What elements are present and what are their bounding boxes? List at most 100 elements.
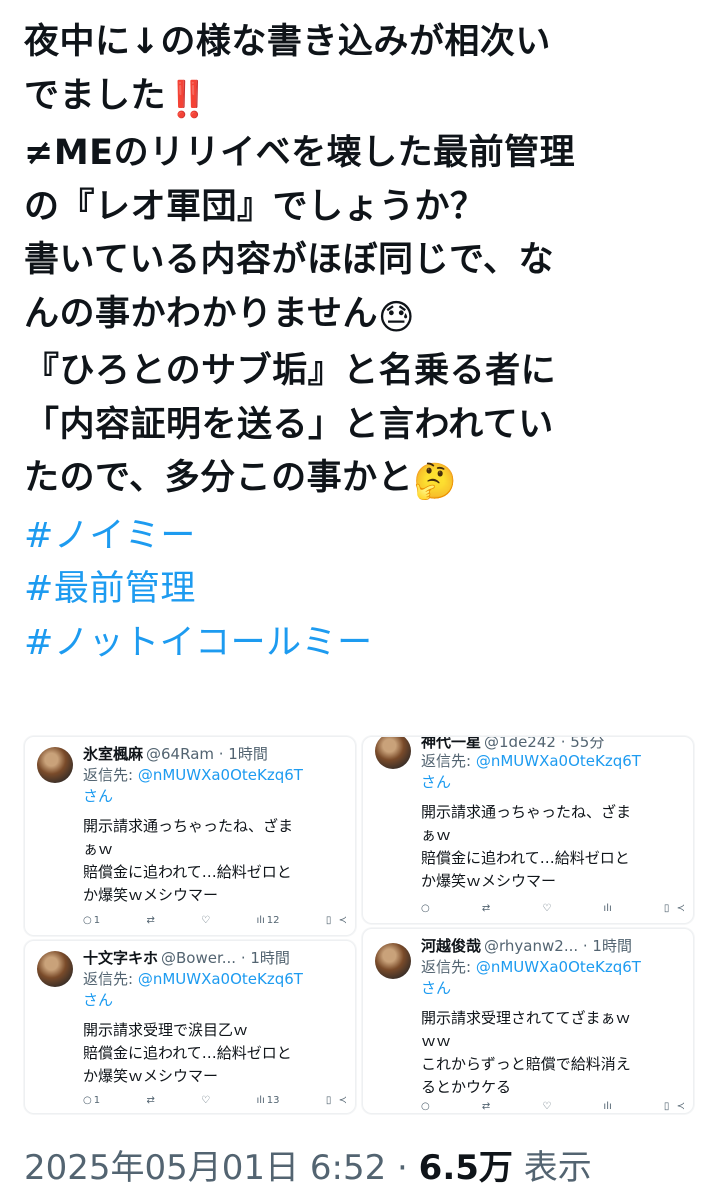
avatar [375, 737, 411, 769]
body-line: これからずっと賠償で給料消え [421, 1055, 631, 1073]
views-count: 6.5万 [418, 1148, 513, 1188]
reply-suffix: さん [421, 979, 452, 997]
share-icon: ≺ [676, 1101, 685, 1112]
views-action[interactable]: ılı 13 [256, 1095, 279, 1106]
reply-card[interactable]: 河越俊哉 @rhyanw2... · 1時間 返信先: @nMUWXa0OteKz… [362, 928, 694, 1114]
share-icon: ≺ [338, 915, 347, 926]
reply-body: 開示請求通っちゃったね、ざま ぁｗ 賠償金に追われて…給料ゼロと か爆笑ｗメシウ… [421, 801, 686, 893]
post-line-text: 『ひろとのサブ垢』と名乗る者に [24, 351, 557, 391]
like-icon[interactable]: ♡ [201, 1095, 210, 1106]
share-icon: ≺ [676, 903, 685, 914]
views-count: 12 [266, 915, 280, 926]
hashtag-link[interactable]: #最前管理 [24, 569, 196, 609]
post-line-text: の『レオ軍団』でしょうか？ [24, 186, 486, 227]
bookmark-icon: ▯ [325, 915, 332, 926]
repost-icon[interactable]: ⇄ [146, 915, 154, 926]
body-line: か爆笑ｗメシウマー [83, 886, 219, 904]
post-line-text: 書いている内容がほぼ同じで、な [24, 240, 555, 280]
display-name: 十文字キホ [83, 949, 159, 967]
action-bar: ○ ⇄ ♡ ılı ▯ ≺ [421, 1101, 685, 1112]
reply-prefix: 返信先: [421, 752, 476, 770]
hashtag-line: #ノットイコールミー [24, 617, 704, 671]
reply-icon[interactable]: ○ [421, 1101, 430, 1112]
reply-icon[interactable]: ○ [421, 903, 430, 914]
display-name: 氷室楓麻 [83, 745, 144, 763]
bar-chart-icon[interactable]: ılı [603, 903, 611, 914]
bookmark-icon: ▯ [663, 1101, 670, 1112]
reply-to: 返信先: @nMUWXa0OteKzq6T さん [421, 751, 691, 793]
reply-header: 十文字キホ @Bower... · 1時間 [83, 947, 290, 968]
body-line: 開示請求通っちゃったね、ざま [421, 803, 632, 821]
post-line: 「内容証明を送る」と言われてい [24, 399, 704, 453]
avatar [37, 747, 73, 783]
bookmark-share[interactable]: ▯ ≺ [326, 915, 347, 926]
bookmark-share[interactable]: ▯ ≺ [326, 1095, 347, 1106]
hashtag-link[interactable]: #ノットイコールミー [24, 623, 373, 663]
body-line: 開示請求受理されててざまぁｗ [421, 1009, 631, 1027]
reply-to: 返信先: @nMUWXa0OteKzq6T さん [83, 969, 353, 1011]
reply-handle: @nMUWXa0OteKzq6T [475, 752, 641, 770]
reply-card[interactable]: 氷室楓麻 @64Ram · 1時間 返信先: @nMUWXa0OteKzq6T さん… [24, 736, 356, 936]
avatar [37, 951, 73, 987]
hashtag-line: #最前管理 [24, 563, 704, 617]
avatar [375, 943, 411, 979]
handle-and-time: @1de242 · 55分 [484, 736, 605, 751]
reply-header: 河越俊哉 @rhyanw2... · 1時間 [421, 935, 632, 956]
repost-icon[interactable]: ⇄ [482, 903, 490, 914]
body-line: 賠償金に追われて…給料ゼロと [421, 849, 630, 867]
post-line-text: 夜中に↓の様な書き込みが相次い [24, 22, 551, 62]
reply-prefix: 返信先: [83, 766, 138, 784]
post-line: ≠MEのリリイベを壊した最前管理 [24, 127, 704, 181]
post-line-text: たので、多分この事かと [24, 458, 414, 498]
post-line-text: 「内容証明を送る」と言われてい [24, 404, 554, 445]
like-icon[interactable]: ♡ [201, 915, 210, 926]
post-line-text: ≠MEのリリイベを壊した最前管理 [24, 133, 576, 173]
reply-icon: ○ [83, 1095, 92, 1106]
reply-card[interactable]: 神代一星 @1de242 · 55分 返信先: @nMUWXa0OteKzq6T さ… [362, 736, 694, 924]
reply-handle: @nMUWXa0OteKzq6T [137, 766, 303, 784]
repost-icon[interactable]: ⇄ [146, 1095, 154, 1106]
views-action[interactable]: ılı 12 [256, 915, 279, 926]
action-bar: ○ 1 ⇄ ♡ ılı 13 ▯ ≺ [83, 1095, 347, 1106]
views-label: 表示 [512, 1148, 592, 1188]
views-count: 13 [266, 1095, 280, 1106]
body-line: 開示請求受理で涙目乙ｗ [83, 1021, 249, 1039]
body-line: 開示請求通っちゃったね、ざま [83, 817, 294, 835]
reply-suffix: さん [83, 991, 114, 1009]
reply-to: 返信先: @nMUWXa0OteKzq6T さん [421, 957, 691, 999]
post-line: でました‼️ [24, 70, 704, 128]
hashtag-link[interactable]: #ノイミー [24, 516, 196, 556]
attached-image-grid[interactable]: 氷室楓麻 @64Ram · 1時間 返信先: @nMUWXa0OteKzq6T さん… [24, 736, 694, 1114]
body-line: ぁｗ [83, 840, 114, 858]
post-line: んの事かわかりません😓 [24, 288, 704, 346]
hashtag-line: #ノイミー [24, 510, 704, 564]
reply-card[interactable]: 十文字キホ @Bower... · 1時間 返信先: @nMUWXa0OteKzq… [24, 940, 356, 1114]
like-icon[interactable]: ♡ [542, 1101, 551, 1112]
body-line: ｗｗ [421, 1032, 452, 1050]
bar-chart-icon: ılı [256, 915, 265, 926]
bar-chart-icon[interactable]: ılı [603, 1101, 611, 1112]
bookmark-share[interactable]: ▯ ≺ [664, 1101, 685, 1112]
double-exclamation-icon: ‼️ [166, 79, 211, 120]
repost-icon[interactable]: ⇄ [482, 1101, 490, 1112]
reply-action[interactable]: ○ 1 [83, 915, 100, 926]
reply-action[interactable]: ○ 1 [83, 1095, 100, 1106]
action-bar: ○ ⇄ ♡ ılı ▯ ≺ [421, 903, 685, 914]
action-bar: ○ 1 ⇄ ♡ ılı 12 ▯ ≺ [83, 915, 347, 926]
reply-to: 返信先: @nMUWXa0OteKzq6T さん [83, 765, 353, 807]
like-icon[interactable]: ♡ [542, 903, 551, 914]
display-name: 河越俊哉 [421, 937, 482, 955]
bookmark-share[interactable]: ▯ ≺ [664, 903, 685, 914]
thinking-face-icon: 🤔 [413, 462, 458, 502]
reply-suffix: さん [421, 773, 452, 791]
reply-handle: @nMUWXa0OteKzq6T [137, 970, 303, 988]
post-line: 『ひろとのサブ垢』と名乗る者に [24, 345, 704, 399]
post-timestamp[interactable]: 2025年05月01日 6:52 [24, 1148, 386, 1188]
display-name: 神代一星 [421, 736, 482, 751]
body-line: か爆笑ｗメシウマー [421, 872, 557, 890]
sweat-face-icon: 😓 [377, 297, 415, 338]
bookmark-icon: ▯ [663, 903, 670, 914]
reply-body: 開示請求受理で涙目乙ｗ 賠償金に追われて…給料ゼロと か爆笑ｗメシウマー [83, 1019, 348, 1088]
post-line: の『レオ軍団』でしょうか？ [24, 181, 704, 235]
reply-body: 開示請求受理されててざまぁｗ ｗｗ これからずっと賠償で給料消え るとかウケる [421, 1007, 686, 1099]
